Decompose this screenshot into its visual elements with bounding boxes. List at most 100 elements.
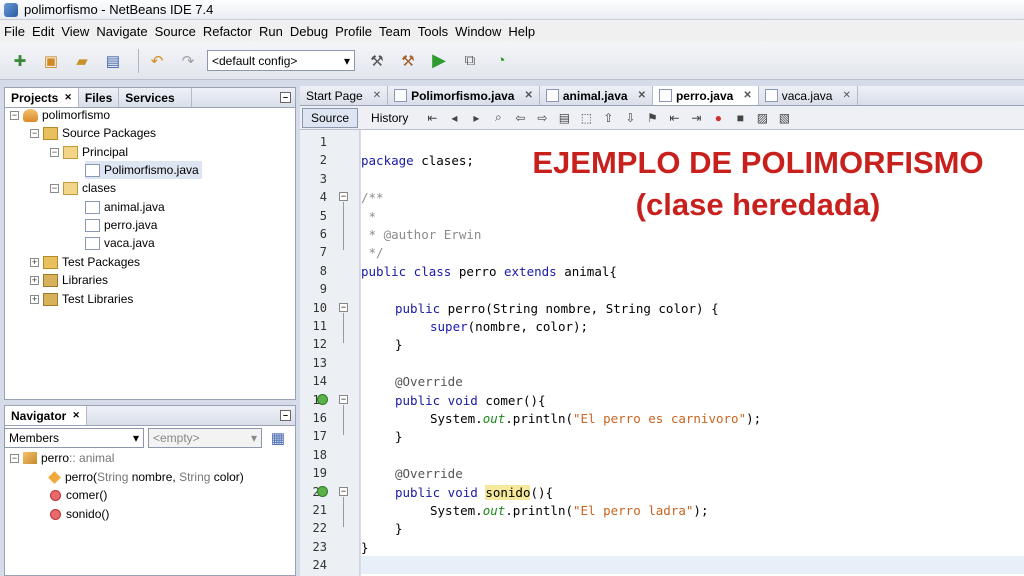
tree-item-project[interactable]: − polimorfismo — [10, 106, 110, 124]
shift-left-icon[interactable]: ⇤ — [666, 110, 682, 126]
redo-icon[interactable]: ↷ — [176, 49, 200, 73]
comment-icon[interactable]: ▨ — [754, 110, 770, 126]
navigator-method-comer[interactable]: comer() — [50, 486, 107, 504]
find-next-icon[interactable]: ⇨ — [534, 110, 550, 126]
tab-services[interactable]: Services — [119, 88, 192, 107]
menu-debug[interactable]: Debug — [290, 24, 328, 39]
build-hammer-icon[interactable]: ⚒ — [365, 49, 389, 73]
tree-item-clases[interactable]: − clases — [50, 179, 116, 197]
tree-item-test-packages[interactable]: + Test Packages — [30, 253, 140, 271]
undo-icon[interactable]: ↶ — [145, 49, 169, 73]
menu-help[interactable]: Help — [508, 24, 535, 39]
code-line-8: public class perro extends animal{ — [361, 264, 617, 279]
tab-animal-java[interactable]: animal.java ✕ — [540, 86, 653, 105]
menu-tools[interactable]: Tools — [418, 24, 448, 39]
next-bookmark-icon[interactable]: ⇩ — [622, 110, 638, 126]
forward-icon[interactable]: ▸ — [468, 110, 484, 126]
debug-icon[interactable]: ⧉ — [458, 49, 482, 73]
tree-item-principal[interactable]: − Principal — [50, 143, 128, 161]
navigator-filter-select[interactable]: Members ▾ — [4, 428, 144, 448]
tab-navigator[interactable]: Navigator ✕ — [5, 406, 87, 425]
minimize-icon[interactable]: – — [280, 410, 291, 421]
toggle-highlight-icon[interactable]: ▤ — [556, 110, 572, 126]
menu-refactor[interactable]: Refactor — [203, 24, 252, 39]
menu-file[interactable]: File — [4, 24, 25, 39]
collapse-icon[interactable]: − — [50, 183, 59, 193]
save-all-icon[interactable]: ▤ — [101, 49, 125, 73]
tab-files[interactable]: Files — [79, 88, 120, 107]
menu-source[interactable]: Source — [155, 24, 196, 39]
menu-run[interactable]: Run — [259, 24, 283, 39]
prev-bookmark-icon[interactable]: ⇧ — [600, 110, 616, 126]
coffee-project-icon — [23, 108, 38, 122]
java-main-file-icon — [85, 163, 100, 177]
open-project-icon[interactable]: ▰ — [70, 49, 94, 73]
tree-item-source-packages[interactable]: − Source Packages — [30, 124, 156, 142]
find-icon[interactable]: ⌕ — [490, 110, 506, 126]
expand-icon[interactable]: + — [30, 294, 39, 304]
tab-vaca-java[interactable]: vaca.java ✕ — [759, 86, 858, 105]
shift-right-icon[interactable]: ⇥ — [688, 110, 704, 126]
menu-view[interactable]: View — [61, 24, 89, 39]
collapse-icon[interactable]: − — [10, 453, 19, 463]
override-indicator-icon[interactable] — [317, 394, 328, 405]
code-line-22: } — [395, 521, 403, 536]
fold-toggle-icon[interactable]: − — [339, 395, 348, 404]
code-line-11: super(nombre, color); — [430, 319, 589, 334]
fold-toggle-icon[interactable]: − — [339, 192, 348, 201]
expand-icon[interactable]: + — [30, 257, 39, 267]
collapse-icon[interactable]: − — [50, 147, 59, 157]
tree-item-libraries[interactable]: + Libraries — [30, 271, 108, 289]
close-icon[interactable]: ✕ — [373, 90, 381, 101]
clean-build-icon[interactable]: ⚒ — [396, 49, 420, 73]
menu-edit[interactable]: Edit — [32, 24, 54, 39]
tab-perro-java[interactable]: perro.java ✕ — [652, 86, 759, 105]
fold-toggle-icon[interactable]: − — [339, 303, 348, 312]
navigator-ctor-paren-close: ) — [239, 470, 244, 484]
history-button[interactable]: History — [362, 108, 417, 128]
constructor-icon — [48, 470, 61, 484]
expand-icon[interactable]: + — [30, 275, 39, 285]
menu-team[interactable]: Team — [379, 24, 411, 39]
run-icon[interactable]: ▶ — [427, 49, 451, 73]
close-icon[interactable]: ✕ — [638, 90, 646, 101]
last-edit-icon[interactable]: ⇤ — [424, 110, 440, 126]
stop-macro-icon[interactable]: ■ — [732, 110, 748, 126]
navigator-method-sonido[interactable]: sonido() — [50, 505, 109, 523]
menu-profile[interactable]: Profile — [335, 24, 372, 39]
back-icon[interactable]: ◂ — [446, 110, 462, 126]
tree-item-vaca-java[interactable]: vaca.java — [85, 234, 155, 252]
rect-select-icon[interactable]: ⬚ — [578, 110, 594, 126]
tab-polimorfismo-java[interactable]: Polimorfismo.java ✕ — [388, 86, 540, 105]
close-icon[interactable]: ✕ — [524, 90, 532, 101]
profile-icon[interactable]: ◔ — [489, 49, 513, 73]
tab-start-page[interactable]: Start Page ✕ — [300, 86, 389, 105]
override-indicator-icon[interactable] — [317, 486, 328, 497]
toggle-bookmark-icon[interactable]: ⚑ — [644, 110, 660, 126]
navigator-ctor-item[interactable]: perro ( String nombre, String color ) — [48, 468, 244, 486]
config-select[interactable]: <default config> ▾ — [207, 50, 355, 71]
close-icon[interactable]: ✕ — [743, 90, 751, 101]
uncomment-icon[interactable]: ▧ — [776, 110, 792, 126]
start-macro-icon[interactable]: ● — [710, 110, 726, 126]
tab-projects[interactable]: Projects ✕ — [5, 88, 79, 107]
menu-navigate[interactable]: Navigate — [96, 24, 147, 39]
navigator-layout-icon[interactable]: ▦ — [266, 426, 290, 450]
new-project-icon[interactable]: ▣ — [39, 49, 63, 73]
new-file-icon[interactable]: ✚ — [8, 49, 32, 73]
source-button[interactable]: Source — [302, 107, 359, 128]
fold-guide — [343, 202, 344, 250]
navigator-class-item[interactable]: − perro :: animal — [10, 449, 114, 467]
find-previous-icon[interactable]: ⇦ — [512, 110, 528, 126]
menu-window[interactable]: Window — [455, 24, 501, 39]
minimize-icon[interactable]: – — [280, 92, 291, 103]
fold-toggle-icon[interactable]: − — [339, 487, 348, 496]
tree-item-test-libraries[interactable]: + Test Libraries — [30, 290, 133, 308]
navigator-empty-select[interactable]: <empty> ▾ — [148, 428, 262, 448]
tree-item-polimorfismo-java[interactable]: Polimorfismo.java — [85, 161, 202, 179]
tree-item-perro-java[interactable]: perro.java — [85, 216, 157, 234]
collapse-icon[interactable]: − — [10, 110, 19, 120]
tree-item-animal-java[interactable]: animal.java — [85, 198, 165, 216]
collapse-icon[interactable]: − — [30, 128, 39, 138]
close-icon[interactable]: ✕ — [842, 90, 850, 101]
